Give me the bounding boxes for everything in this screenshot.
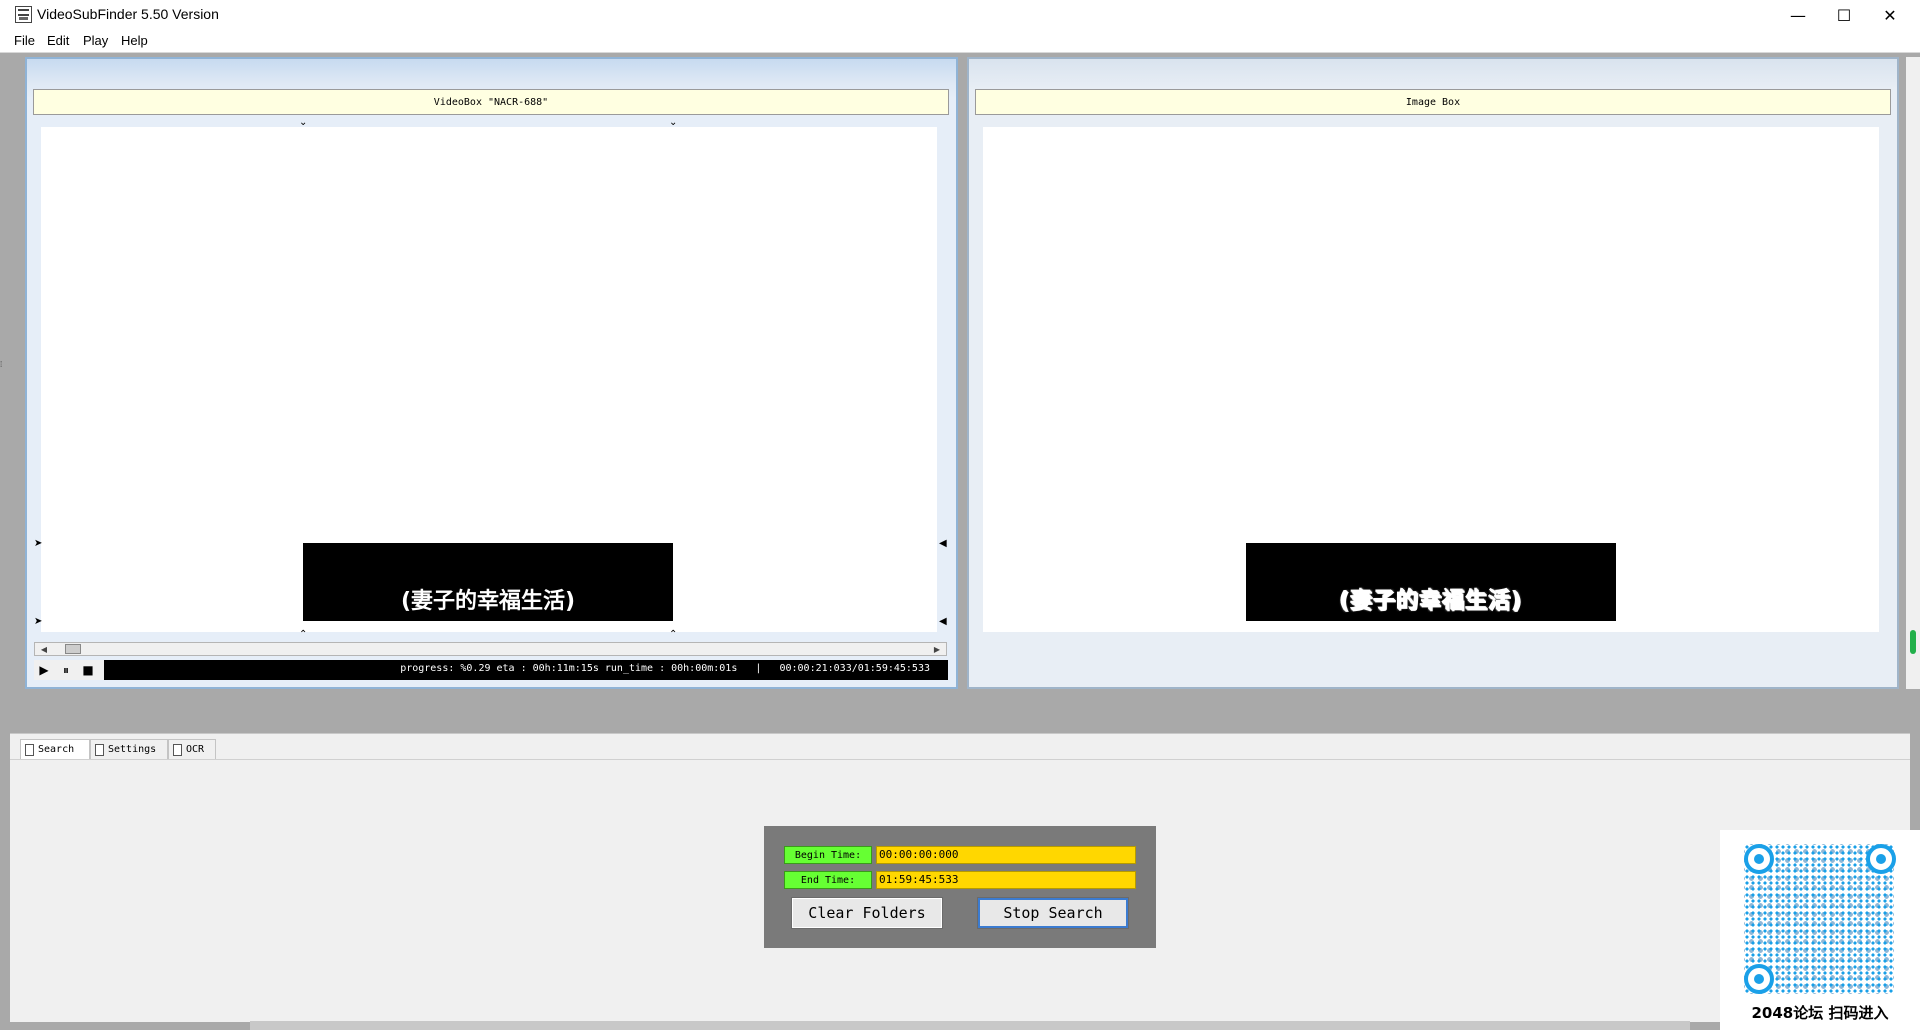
green-indicator bbox=[1910, 630, 1916, 654]
begin-time-label: Begin Time: bbox=[784, 846, 872, 864]
right-upper-marker-icon[interactable]: ◀ bbox=[939, 539, 947, 549]
clear-folders-button[interactable]: Clear Folders bbox=[791, 897, 943, 929]
window-title: VideoSubFinder 5.50 Version bbox=[37, 6, 219, 22]
qr-caption: 2048论坛 扫码进入 bbox=[1751, 1004, 1889, 1022]
image-box-header: Image Box bbox=[975, 89, 1891, 115]
video-box-header: VideoBox "NACR-688" bbox=[33, 89, 949, 115]
tab-ocr[interactable]: OCR bbox=[168, 739, 216, 759]
qr-finder-icon bbox=[1744, 844, 1774, 874]
tab-search-label: Search bbox=[38, 744, 75, 755]
bottom-right-marker-icon[interactable]: ⌃ bbox=[669, 630, 677, 640]
left-lower-marker-icon[interactable]: ➤ bbox=[34, 617, 42, 627]
stop-icon[interactable]: ■ bbox=[80, 662, 96, 678]
tab-ocr-label: OCR bbox=[186, 744, 205, 755]
minimize-icon[interactable]: — bbox=[1775, 0, 1821, 30]
video-subtitle-text: (妻子的幸福生活) bbox=[400, 589, 576, 614]
video-scrollbar[interactable]: ◀ ▶ bbox=[34, 642, 947, 656]
tab-search[interactable]: Search bbox=[20, 739, 90, 759]
top-right-marker-icon[interactable]: ⌄ bbox=[669, 118, 677, 128]
menu-edit[interactable]: Edit bbox=[47, 33, 69, 48]
tab-settings-label: Settings bbox=[108, 744, 157, 755]
status-strip bbox=[250, 1021, 1690, 1030]
end-time-label: End Time: bbox=[784, 871, 872, 889]
video-subtitle-region: (妻子的幸福生活) bbox=[303, 543, 673, 621]
stop-search-button[interactable]: Stop Search bbox=[977, 897, 1129, 929]
maximize-icon[interactable]: ☐ bbox=[1821, 0, 1867, 30]
menu-help[interactable]: Help bbox=[121, 33, 148, 48]
qr-finder-icon bbox=[1866, 844, 1896, 874]
app-icon bbox=[15, 6, 32, 23]
scroll-right-icon[interactable]: ▶ bbox=[930, 643, 944, 655]
page-icon bbox=[173, 743, 182, 756]
play-icon[interactable]: ▶ bbox=[36, 662, 52, 678]
qr-finder-icon bbox=[1744, 964, 1774, 994]
tab-divider bbox=[10, 759, 1910, 760]
player-controls: ▶ ⏸ ■ progress: %0.29 eta : 00h:11m:15s … bbox=[34, 660, 948, 680]
search-controls: Begin Time: 00:00:00:000 End Time: 01:59… bbox=[764, 826, 1156, 948]
qr-overlay: 2048论坛 扫码进入 bbox=[1720, 830, 1920, 1030]
top-left-marker-icon[interactable]: ⌄ bbox=[299, 118, 307, 128]
right-scroll-edge bbox=[1906, 57, 1920, 689]
begin-time-input[interactable]: 00:00:00:000 bbox=[876, 846, 1136, 864]
image-subtitle-region: (妻子的幸福生活) bbox=[1246, 543, 1616, 621]
menu-file[interactable]: File bbox=[14, 33, 35, 48]
pause-icon[interactable]: ⏸ bbox=[58, 662, 74, 678]
playback-buttons: ▶ ⏸ ■ bbox=[34, 660, 104, 680]
menu-play[interactable]: Play bbox=[83, 33, 108, 48]
menu-bar: File Edit Play Help bbox=[0, 30, 1920, 53]
left-edge-marker: ⁞ bbox=[0, 360, 3, 369]
left-upper-marker-icon[interactable]: ➤ bbox=[34, 539, 42, 549]
end-time-input[interactable]: 01:59:45:533 bbox=[876, 871, 1136, 889]
tab-settings[interactable]: Settings bbox=[90, 739, 168, 759]
title-bar: VideoSubFinder 5.50 Version — ☐ ✕ bbox=[0, 0, 1920, 30]
image-subtitle-text: (妻子的幸福生活) bbox=[1339, 589, 1523, 614]
page-icon bbox=[25, 743, 34, 756]
scroll-thumb[interactable] bbox=[65, 644, 81, 654]
right-lower-marker-icon[interactable]: ◀ bbox=[939, 617, 947, 627]
bottom-left-marker-icon[interactable]: ⌃ bbox=[299, 630, 307, 640]
scroll-left-icon[interactable]: ◀ bbox=[37, 643, 51, 655]
close-icon[interactable]: ✕ bbox=[1867, 0, 1913, 30]
page-icon bbox=[95, 743, 104, 756]
progress-status: progress: %0.29 eta : 00h:11m:15s run_ti… bbox=[400, 663, 930, 674]
